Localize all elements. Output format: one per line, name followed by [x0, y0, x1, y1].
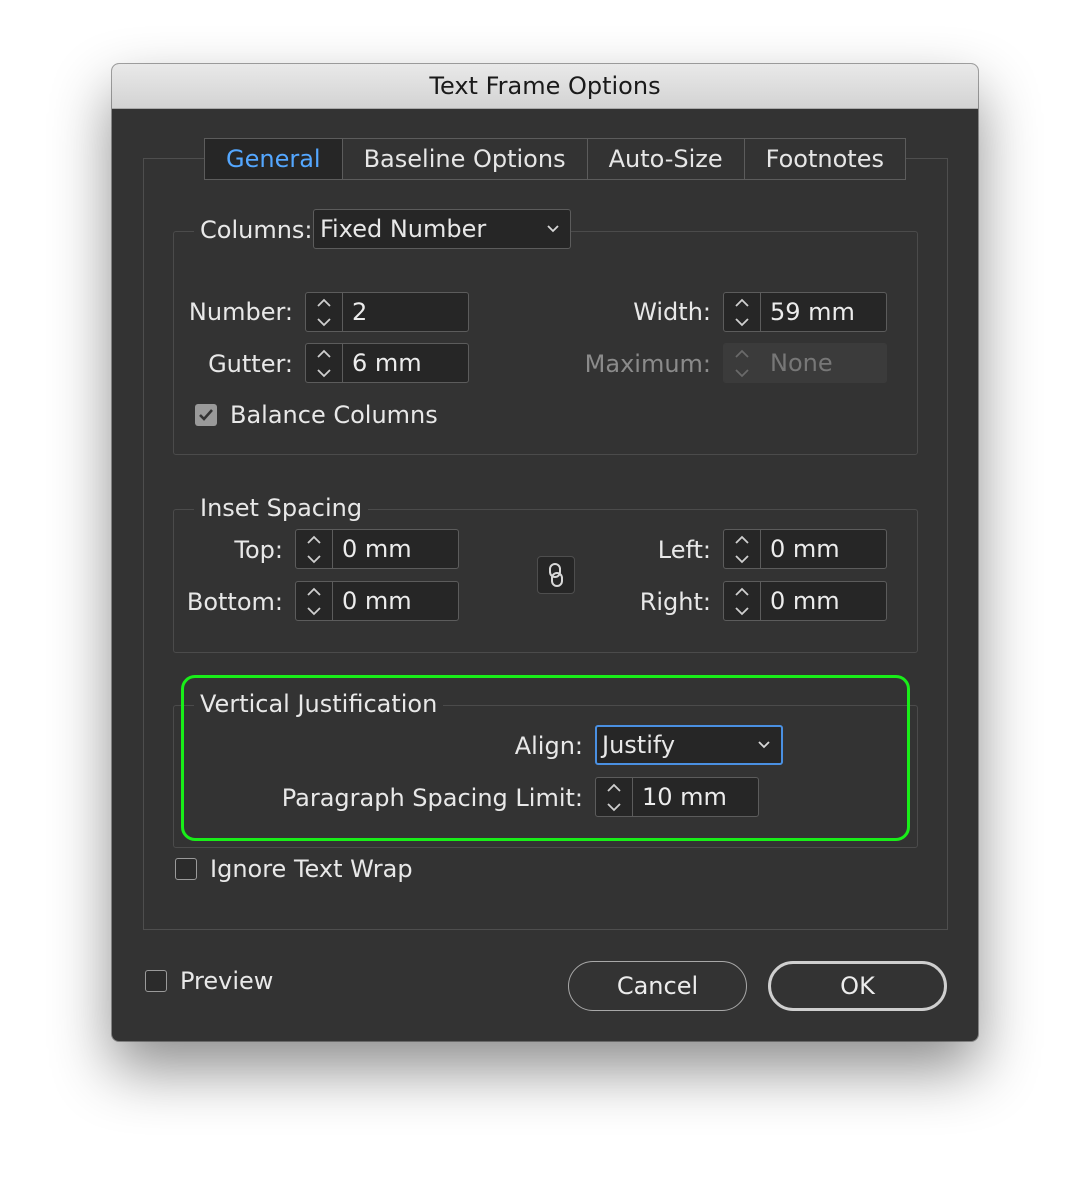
chevron-up-icon[interactable]: [724, 293, 760, 312]
columns-label: Columns:: [194, 215, 319, 245]
chevron-up-icon[interactable]: [306, 344, 342, 363]
chevron-down-icon[interactable]: [724, 549, 760, 568]
gutter-value[interactable]: 6 mm: [352, 344, 422, 382]
right-label: Right:: [639, 588, 711, 616]
tab-footnotes[interactable]: Footnotes: [745, 139, 905, 179]
chain-link-icon: [549, 563, 563, 587]
top-label: Top:: [234, 536, 283, 564]
chevron-up-icon[interactable]: [724, 530, 760, 549]
width-label: Width:: [633, 298, 711, 326]
balance-columns-checkbox[interactable]: [195, 404, 217, 426]
ignore-text-wrap-checkbox[interactable]: [175, 858, 197, 880]
columns-mode-value: Fixed Number: [320, 215, 487, 243]
chevron-down-icon[interactable]: [296, 601, 332, 620]
number-stepper[interactable]: 2: [305, 292, 469, 332]
chevron-down-icon[interactable]: [296, 549, 332, 568]
number-label: Number:: [188, 298, 293, 326]
bottom-inset-value[interactable]: 0 mm: [342, 582, 412, 620]
ignore-text-wrap-label[interactable]: Ignore Text Wrap: [210, 854, 413, 884]
maximum-label: Maximum:: [584, 350, 711, 378]
width-stepper[interactable]: 59 mm: [723, 292, 887, 332]
chevron-up-icon[interactable]: [296, 530, 332, 549]
annotation-highlight: [181, 675, 910, 841]
chevron-up-icon[interactable]: [306, 293, 342, 312]
right-inset-stepper[interactable]: 0 mm: [723, 581, 887, 621]
left-label: Left:: [657, 536, 711, 564]
chevron-down-icon[interactable]: [724, 312, 760, 331]
inset-spacing-legend: Inset Spacing: [194, 493, 369, 523]
chevron-up-icon: [724, 344, 760, 363]
cancel-button[interactable]: Cancel: [568, 961, 747, 1011]
columns-mode-dropdown[interactable]: Fixed Number: [313, 209, 571, 249]
window-title: Text Frame Options: [112, 64, 978, 109]
chevron-up-icon[interactable]: [296, 582, 332, 601]
chevron-down-icon: [724, 363, 760, 382]
bottom-inset-stepper[interactable]: 0 mm: [295, 581, 459, 621]
checkmark-icon: [199, 409, 213, 421]
chevron-down-icon: [546, 210, 560, 262]
tab-baseline-options[interactable]: Baseline Options: [343, 139, 588, 179]
preview-checkbox[interactable]: [145, 970, 167, 992]
gutter-label: Gutter:: [208, 350, 293, 378]
bottom-label: Bottom:: [186, 588, 283, 616]
maximum-stepper: None: [723, 343, 887, 383]
tab-general[interactable]: General: [205, 139, 343, 179]
maximum-value: None: [770, 349, 833, 377]
left-inset-stepper[interactable]: 0 mm: [723, 529, 887, 569]
right-inset-value[interactable]: 0 mm: [770, 582, 840, 620]
chevron-up-icon[interactable]: [724, 582, 760, 601]
tab-bar: General Baseline Options Auto-Size Footn…: [204, 138, 906, 180]
gutter-stepper[interactable]: 6 mm: [305, 343, 469, 383]
left-inset-value[interactable]: 0 mm: [770, 530, 840, 568]
tab-auto-size[interactable]: Auto-Size: [588, 139, 745, 179]
width-value[interactable]: 59 mm: [770, 293, 855, 331]
preview-label[interactable]: Preview: [180, 966, 273, 996]
chevron-down-icon[interactable]: [724, 601, 760, 620]
chevron-down-icon[interactable]: [306, 363, 342, 382]
balance-columns-label[interactable]: Balance Columns: [230, 400, 438, 430]
top-inset-stepper[interactable]: 0 mm: [295, 529, 459, 569]
number-value[interactable]: 2: [352, 293, 367, 331]
chevron-down-icon[interactable]: [306, 312, 342, 331]
ok-button[interactable]: OK: [768, 961, 947, 1011]
top-inset-value[interactable]: 0 mm: [342, 530, 412, 568]
